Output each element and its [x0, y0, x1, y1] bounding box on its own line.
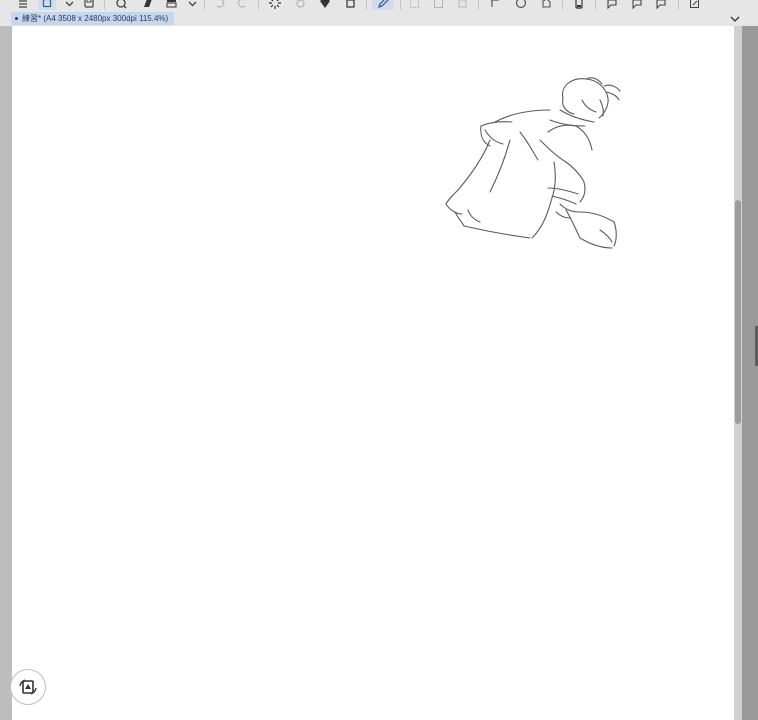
deselect-icon[interactable] [487, 0, 503, 10]
speech-icon[interactable] [652, 0, 670, 10]
canvas-icon[interactable] [38, 0, 56, 10]
document-tab[interactable]: 練習* (A4 3508 x 2480px 300dpi 115.4%) [11, 12, 175, 25]
scrollbar-thumb[interactable] [735, 200, 741, 424]
speech-icon[interactable] [603, 0, 621, 10]
redo-icon[interactable] [234, 0, 250, 10]
edit-icon[interactable] [538, 0, 554, 10]
vertical-scrollbar[interactable] [734, 26, 742, 720]
tab-menu-chevron-icon[interactable] [728, 12, 742, 25]
menu-icon[interactable] [15, 0, 31, 10]
toolbar-separator [562, 0, 563, 10]
document-tab-title: 練習* (A4 3508 x 2480px 300dpi 115.4%) [22, 14, 169, 23]
document-tab-bar: 練習* (A4 3508 x 2480px 300dpi 115.4%) [0, 11, 758, 26]
toolbar-separator [366, 0, 367, 10]
unsaved-indicator-icon [15, 17, 18, 20]
transform-icon[interactable] [430, 0, 446, 10]
layer-stack-icon[interactable] [163, 0, 179, 10]
chevron-down-icon[interactable] [185, 0, 199, 10]
undo-icon[interactable] [211, 0, 227, 10]
canvas-page[interactable] [12, 26, 734, 720]
selection-icon[interactable] [406, 0, 422, 10]
toolbar-separator [678, 0, 679, 10]
export-icon[interactable] [686, 0, 702, 10]
toolbar-separator [258, 0, 259, 10]
new-layer-icon[interactable] [113, 0, 129, 10]
copy-icon[interactable] [454, 0, 470, 10]
side-panel-edge [742, 26, 758, 720]
lasso-icon[interactable] [512, 0, 530, 10]
toolbar-separator [478, 0, 479, 10]
toolbar-separator [400, 0, 401, 10]
save-icon[interactable] [81, 0, 97, 10]
canvas-workspace [0, 26, 758, 720]
speech-icon[interactable] [628, 0, 646, 10]
toolbar-separator [104, 0, 105, 10]
chevron-down-icon[interactable] [62, 0, 76, 10]
crop-icon[interactable] [342, 0, 358, 10]
sketch-drawing [445, 77, 621, 249]
rotate-canvas-button[interactable] [10, 669, 46, 705]
pen-nib-icon[interactable] [316, 0, 334, 10]
rotate-canvas-icon [19, 679, 37, 695]
toolbar-separator [204, 0, 205, 10]
toolbar-separator [595, 0, 596, 10]
fill-icon[interactable] [139, 0, 155, 10]
loading-spinner-icon[interactable] [266, 0, 284, 10]
phone-icon[interactable] [571, 0, 587, 10]
pen-tool-icon[interactable] [372, 0, 394, 10]
settings-icon[interactable] [292, 0, 308, 10]
